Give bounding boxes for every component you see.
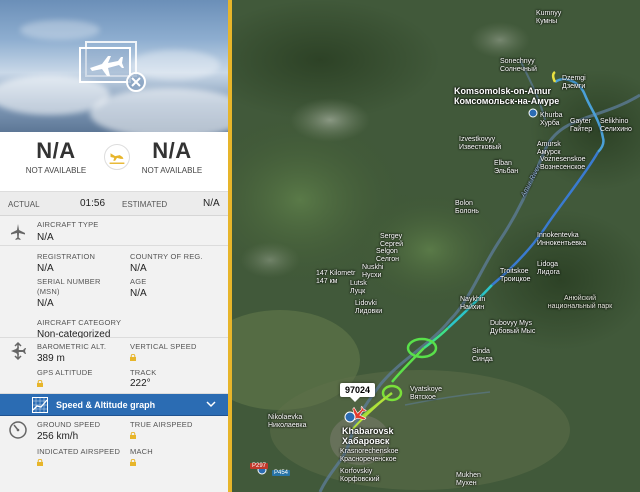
place-nuskhi: Nuskhi Нусхи [362,264,384,279]
place-dubovyy-mys: Dubovyy Mys Дубовый Мыс [490,320,536,335]
place-khurba: Khurba Хурба [540,112,563,127]
aircraft-type-section: AIRCRAFT TYPE N/A [0,216,228,246]
route-times: N/A NOT AVAILABLE N/A NOT AVAILABLE [0,132,228,192]
place-korfovskiy: Korfovskiy Корфовский [340,468,380,483]
place-krasnorechenskoe: Krasnorechenskoe Краснореченское [340,448,399,463]
category-label: AIRCRAFT CATEGORY [37,318,122,327]
airport-pin-khabarovsk[interactable] [344,411,356,423]
vertical-speed-label: VERTICAL SPEED [130,342,197,351]
speedometer-icon [9,421,27,439]
place-khabarovsk: Khabarovsk Хабаровск [342,426,394,446]
ground-speed-label: GROUND SPEED [37,420,101,429]
estimated-time: N/A [203,198,220,209]
baro-alt-label: BAROMETRIC ALT. [37,342,107,351]
place-komsomolsk: Komsomolsk-on-Amur Комсомольск-на-Амуре [454,86,560,106]
departure-code: N/A [36,138,76,163]
track-label: TRACK [130,368,157,377]
place-amursk: Amursk Амурск [537,141,561,156]
lock-icon[interactable] [37,459,43,466]
place-nikolaevka: Nikolaevka Николаевка [268,414,307,429]
place-sinda: Sinda Синда [472,348,493,363]
place-bolon: Bolon Болонь [455,200,479,215]
place-izvestkovyy: Izvestkovyy Известковый [459,136,502,151]
aircraft-type-label: AIRCRAFT TYPE [37,220,99,229]
callsign-label[interactable]: 97024 [340,383,376,402]
registration-label: REGISTRATION [37,252,96,261]
place-sonechnyy: Sonechnyy Солнечный [500,58,537,73]
graph-bar-label: Speed & Altitude graph [56,400,156,410]
lock-icon[interactable] [37,380,43,387]
baro-alt-value: 389 m [37,353,65,364]
indicated-airspeed-label: INDICATED AIRSPEED [37,447,121,456]
place-lidoga: Lidoga Лидога [537,261,560,276]
speed-altitude-graph-toggle[interactable]: Speed & Altitude graph [0,394,228,416]
actual-label: ACTUAL [8,200,40,209]
place-elban: Elban Эльбан [494,160,519,175]
graph-icon [32,397,48,413]
departure-block[interactable]: N/A NOT AVAILABLE [6,138,106,175]
place-dzemgi: Dzemgi Дземги [562,75,586,90]
ground-speed-value: 256 km/h [37,431,79,442]
flight-info-panel: N/A NOT AVAILABLE N/A NOT AVAILABLE ACTU… [0,0,232,492]
age-value: N/A [130,288,147,299]
no-photo-icon [79,41,146,92]
serial-value: N/A [37,298,54,309]
aircraft-type-value: N/A [37,232,54,243]
road-shield: Р297 [250,463,269,469]
place-km147: 147 Kilometr 147 км [316,270,356,285]
serial-label: SERIAL NUMBER (MSN) [37,277,101,296]
arrival-code: N/A [152,138,192,163]
place-sergey: Sergey Сергей [380,233,404,248]
registration-value: N/A [37,263,54,274]
airport-pin-dzemgi[interactable] [528,108,538,118]
country-label: COUNTRY OF REG. [130,252,203,261]
registration-section: REGISTRATION N/A COUNTRY OF REG. N/A SER… [0,246,228,340]
chevron-down-icon [206,401,216,408]
place-gayter: Gayter Гайтер [570,118,593,133]
lock-icon[interactable] [130,432,136,439]
place-innokentevka: Innokentevka Иннокентьевка [537,232,587,247]
altitude-section: BAROMETRIC ALT. 389 m VERTICAL SPEED GPS… [0,338,228,394]
gps-alt-label: GPS ALTITUDE [37,368,93,377]
age-label: AGE [130,277,147,286]
time-row: ACTUAL 01:56 ESTIMATED N/A [0,192,228,216]
lock-icon[interactable] [130,459,136,466]
mach-label: MACH [130,447,153,456]
airplane-icon [11,224,25,240]
park-label: Анюйский национальный парк [547,295,613,310]
actual-time: 01:56 [80,198,106,209]
place-naykhin: Naykhin Найхин [460,296,486,311]
true-airspeed-label: TRUE AIRSPEED [130,420,193,429]
place-lidovki: Lidovki Лидовки [355,300,383,315]
place-vyatskoye: Vyatskoye Вятское [410,386,443,401]
place-kumnyy: Kumnyy Кумны [536,10,562,25]
arrival-label: NOT AVAILABLE [141,166,203,175]
place-troitskoe: Troitskoe Троицкое [500,268,531,283]
speed-section: GROUND SPEED 256 km/h TRUE AIRSPEED INDI… [0,416,228,486]
arrival-block[interactable]: N/A NOT AVAILABLE [122,138,222,175]
place-selgon: Selgon Селгон [376,248,399,263]
road-shield: Р454 [272,470,291,476]
aircraft-photo-placeholder [0,0,228,132]
place-mukhen: Mukhen Мухен [456,472,481,487]
altitude-icon [11,341,26,361]
track-value: 222° [130,378,151,389]
lock-icon[interactable] [130,354,136,361]
country-value: N/A [130,263,147,274]
departure-label: NOT AVAILABLE [25,166,87,175]
estimated-label: ESTIMATED [122,200,168,209]
place-voznesenskoe: Voznesenskoe Вознесенское [540,156,586,171]
place-selikhino: Selikhino Селихино [600,118,632,133]
